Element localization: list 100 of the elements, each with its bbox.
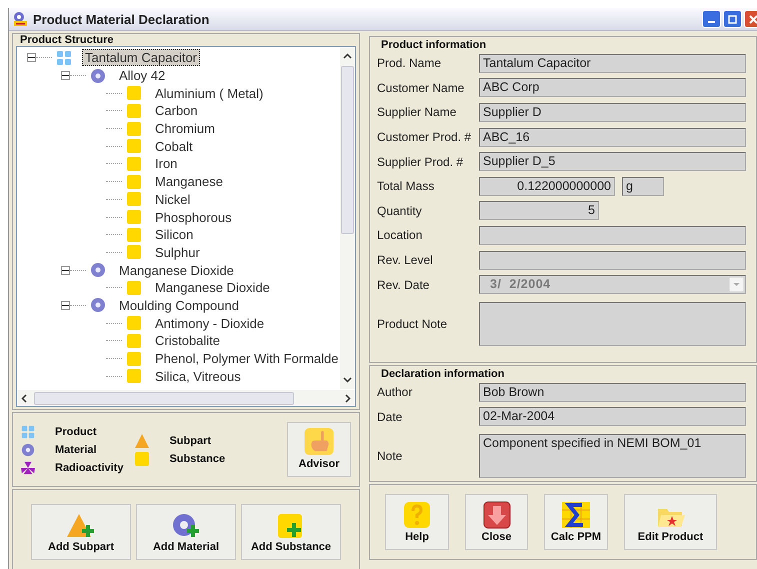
- add-button[interactable]: Add Material: [136, 504, 236, 560]
- grid-icon: [21, 424, 35, 438]
- text-field[interactable]: ABC_16: [479, 128, 746, 147]
- question-icon: [403, 501, 431, 529]
- group-title: Declaration information: [380, 368, 506, 380]
- tree-item[interactable]: Cobalt: [152, 138, 196, 155]
- square-icon: [127, 156, 141, 171]
- legend-label: Subpart: [169, 434, 212, 446]
- triangle-plus-icon: [66, 512, 96, 538]
- group-title: Product information: [380, 39, 488, 51]
- disc-icon: [90, 297, 106, 314]
- note-field[interactable]: Component specified in NEMI BOM_01: [479, 434, 746, 478]
- tree-item[interactable]: Manganese: [152, 173, 226, 190]
- tree-item[interactable]: Manganese Dioxide: [152, 279, 273, 296]
- disc-icon: [90, 262, 106, 278]
- sigma-icon: [561, 501, 591, 529]
- tree-item[interactable]: Silica, Vitreous: [152, 368, 244, 385]
- field-label: Author: [377, 385, 414, 400]
- legend-label: Substance: [169, 452, 226, 464]
- tree-item[interactable]: Carbon: [152, 102, 201, 120]
- field-label: Rev. Date: [377, 278, 430, 292]
- tree-item[interactable]: Cristobalite: [152, 332, 224, 350]
- minimize-icon: [708, 20, 715, 22]
- text-field[interactable]: Bob Brown: [479, 382, 746, 402]
- tree-item[interactable]: Phenol, Polymer With Formalde: [152, 350, 342, 368]
- minimize-button[interactable]: [702, 10, 721, 28]
- vertical-scrollbar[interactable]: [340, 47, 355, 389]
- add-button[interactable]: Add Subpart: [31, 504, 131, 560]
- group-title: Product Structure: [19, 34, 115, 46]
- collapse-toggle[interactable]: [61, 71, 70, 80]
- field-label: Quantity: [377, 204, 423, 218]
- field-label: Note: [377, 449, 404, 464]
- action-button[interactable]: Help: [385, 494, 449, 550]
- legend-label: Radioactivity: [55, 462, 124, 474]
- mass-field[interactable]: 0.122000000000: [479, 176, 615, 196]
- field-label: Total Mass: [377, 179, 436, 194]
- tree-item[interactable]: Tantalum Capacitor: [82, 49, 200, 66]
- app-icon: [12, 11, 28, 27]
- tree-item[interactable]: Sulphur: [152, 244, 203, 261]
- tree-item[interactable]: Aluminium ( Metal): [152, 84, 266, 102]
- square-icon: [127, 210, 141, 224]
- maximize-icon: [728, 14, 737, 24]
- text-field[interactable]: Supplier D: [479, 102, 746, 122]
- collapse-toggle[interactable]: [61, 300, 70, 310]
- field-label: Prod. Name: [377, 56, 442, 70]
- action-button[interactable]: Edit Product: [624, 494, 717, 550]
- field-label: Supplier Name: [377, 105, 458, 120]
- square-icon: [127, 104, 141, 118]
- disc-plus-icon: [171, 512, 201, 538]
- action-button[interactable]: Close: [465, 494, 528, 550]
- dropdown-arrow-icon: [729, 277, 744, 292]
- square-icon: [127, 192, 141, 206]
- legend-label: Product: [55, 426, 97, 438]
- square-icon: [127, 122, 141, 136]
- tree-item[interactable]: Silicon: [152, 226, 196, 244]
- text-field[interactable]: Tantalum Capacitor: [479, 54, 746, 73]
- add-button[interactable]: Add Substance: [241, 504, 341, 560]
- grid-icon: [56, 50, 72, 66]
- tree-item[interactable]: Alloy 42: [116, 67, 168, 84]
- text-field[interactable]: Supplier D_5: [479, 152, 746, 172]
- action-button[interactable]: Calc PPM: [544, 494, 608, 550]
- tree-item[interactable]: Moulding Compound: [116, 296, 242, 314]
- field-label: Customer Name: [377, 80, 466, 95]
- horizontal-scrollbar[interactable]: [17, 390, 355, 406]
- square-icon: [127, 86, 141, 100]
- field-label: Date: [377, 410, 404, 424]
- scroll-thumb[interactable]: [341, 66, 354, 234]
- radiation-icon: [21, 460, 35, 474]
- square-icon: [127, 228, 141, 242]
- tree-item[interactable]: Manganese Dioxide: [116, 262, 237, 279]
- tree-item[interactable]: Iron: [152, 155, 180, 172]
- unit-field[interactable]: g: [622, 176, 664, 196]
- quantity-field[interactable]: 5: [479, 201, 599, 220]
- field-label: Location: [377, 228, 424, 242]
- tree-item[interactable]: Phosphorous: [152, 208, 235, 226]
- tree-item[interactable]: Antimony - Dioxide: [152, 314, 268, 332]
- tree-item[interactable]: Nickel: [152, 190, 194, 208]
- legend-label: Material: [55, 444, 97, 456]
- disc-icon: [21, 442, 35, 456]
- advisor-button[interactable]: Advisor: [287, 422, 351, 477]
- square-icon: [127, 352, 141, 366]
- collapse-toggle[interactable]: [27, 53, 36, 62]
- note-field[interactable]: [479, 302, 746, 346]
- collapse-toggle[interactable]: [61, 266, 70, 275]
- text-field[interactable]: [479, 226, 746, 245]
- square-icon: [127, 174, 141, 189]
- field-label: Supplier Prod. #: [377, 154, 464, 169]
- disc-icon: [90, 68, 106, 84]
- square-icon: [127, 316, 141, 330]
- square-icon: [127, 280, 141, 295]
- text-field[interactable]: 02-Mar-2004: [479, 407, 746, 426]
- text-field[interactable]: ABC Corp: [479, 78, 746, 98]
- close-icon: [749, 14, 757, 24]
- maximize-button[interactable]: [723, 10, 742, 28]
- tree-item[interactable]: Chromium: [152, 120, 218, 138]
- square-icon: [127, 245, 141, 260]
- square-icon: [127, 334, 141, 348]
- scroll-thumb[interactable]: [34, 392, 294, 404]
- text-field[interactable]: [479, 250, 746, 270]
- field-label: Customer Prod. #: [377, 130, 472, 144]
